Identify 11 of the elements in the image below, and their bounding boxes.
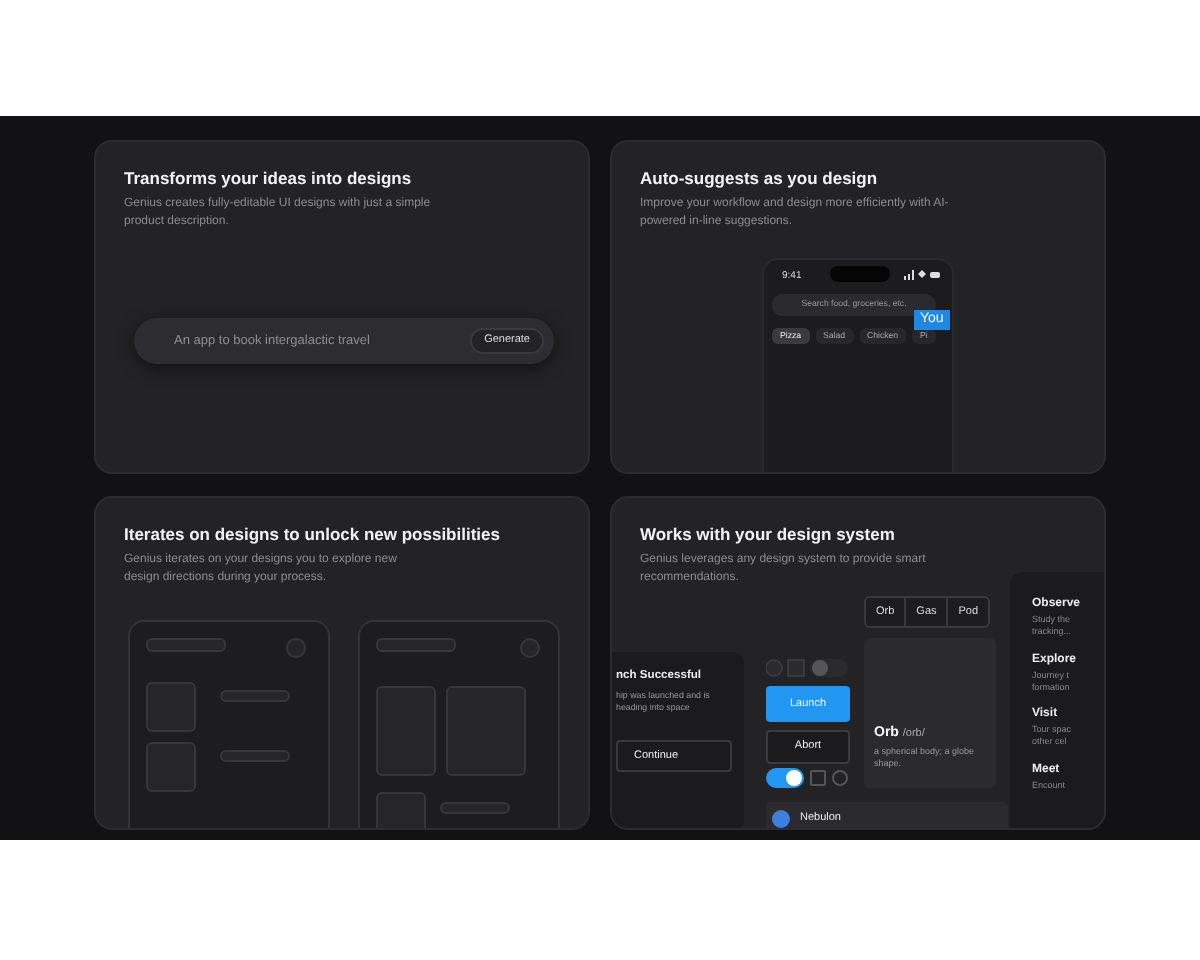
checkbox[interactable]: [810, 770, 826, 786]
toggle-switch[interactable]: [766, 768, 804, 788]
radio-button[interactable]: [832, 770, 848, 786]
control-samples-drawing: [766, 658, 850, 678]
card-title: Iterates on designs to unlock new possibilities: [124, 524, 502, 545]
card-title: Works with your design system: [640, 524, 897, 545]
card-title: Transforms your ideas into designs: [124, 168, 414, 189]
avatar-icon: [772, 810, 790, 828]
camera-notch: [830, 266, 890, 282]
status-icons: [904, 270, 940, 280]
card-title: Auto-suggests as you design: [640, 168, 880, 189]
